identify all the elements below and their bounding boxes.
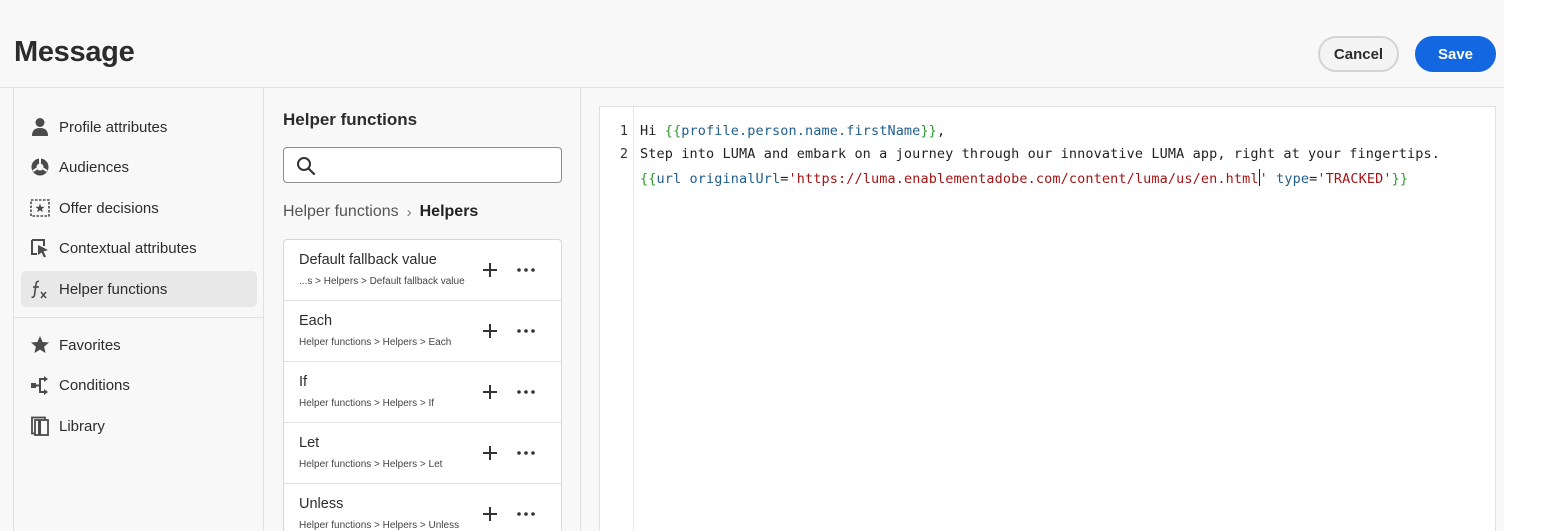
add-icon[interactable] <box>479 381 501 403</box>
attribute-name: type <box>1276 171 1310 187</box>
sidebar-item-profile-attributes[interactable]: Profile attributes <box>21 109 257 145</box>
line-number: 2 <box>619 146 628 162</box>
chevron-right-icon: › <box>406 203 412 221</box>
sidebar-item-conditions[interactable]: Conditions <box>21 367 257 403</box>
item-path: Helper functions > Helpers > Unless <box>299 520 460 531</box>
page-title: Message <box>14 36 135 68</box>
add-icon[interactable] <box>479 320 501 342</box>
code-editor[interactable]: 1 2 Hi {{profile.person.name.firstName}}… <box>599 106 1496 531</box>
add-icon[interactable] <box>479 442 501 464</box>
sidebar-item-audiences[interactable]: Audiences <box>21 149 257 185</box>
item-title: If <box>299 374 308 390</box>
sidebar-item-label: Audiences <box>59 158 130 176</box>
helper-list: Default fallback value ...s > Helpers > … <box>283 239 562 531</box>
panel-title: Helper functions <box>283 110 418 129</box>
item-path: Helper functions > Helpers > Let <box>299 459 443 470</box>
breadcrumb: Helper functions › Helpers <box>283 203 478 221</box>
function-icon <box>30 279 50 299</box>
code-text: , <box>936 123 946 139</box>
item-title: Let <box>299 435 320 451</box>
search-input[interactable] <box>283 147 562 183</box>
item-path: Helper functions > Helpers > Each <box>299 337 452 348</box>
more-icon[interactable] <box>515 503 537 525</box>
sidebar-item-label: Profile attributes <box>59 118 168 136</box>
sidebar-item-label: Favorites <box>59 336 121 354</box>
list-item[interactable]: Unless Helper functions > Helpers > Unle… <box>284 484 561 531</box>
sidebar-item-library[interactable]: Library <box>21 408 257 444</box>
code-text: Hi <box>640 123 665 139</box>
conditions-icon <box>30 375 50 395</box>
list-item[interactable]: Default fallback value ...s > Helpers > … <box>284 240 561 301</box>
sidebar-item-helper-functions[interactable]: Helper functions <box>21 271 257 307</box>
contextual-icon <box>30 238 50 258</box>
code-line-2-wrap[interactable]: {{url originalUrl='https://luma.enableme… <box>640 169 1408 187</box>
more-icon[interactable] <box>515 381 537 403</box>
item-path: Helper functions > Helpers > If <box>299 398 435 409</box>
cancel-button[interactable]: Cancel <box>1318 36 1399 72</box>
page-header: Message Cancel Save <box>0 0 1505 88</box>
sidebar-item-label: Library <box>59 417 105 435</box>
list-item[interactable]: Each Helper functions > Helpers > Each <box>284 301 561 362</box>
code-line-1[interactable]: Hi {{profile.person.name.firstName}}, <box>640 123 945 139</box>
item-title: Default fallback value <box>299 252 437 268</box>
brace-close: }} <box>1391 171 1409 187</box>
offer-icon <box>30 198 50 218</box>
star-icon <box>30 335 50 355</box>
sidebar: Profile attributes Audiences Offer decis… <box>13 88 264 531</box>
attribute-value: 'TRACKED' <box>1317 171 1392 187</box>
add-icon[interactable] <box>479 503 501 525</box>
sidebar-item-favorites[interactable]: Favorites <box>21 327 257 363</box>
breadcrumb-helpers: Helpers <box>419 203 479 220</box>
more-icon[interactable] <box>515 442 537 464</box>
attribute-value: 'https://luma.enablementadobe.com/conten… <box>788 171 1259 187</box>
more-icon[interactable] <box>515 259 537 281</box>
person-icon <box>30 117 50 137</box>
more-icon[interactable] <box>515 320 537 342</box>
variable-expression: profile.person.name.firstName <box>681 123 921 139</box>
library-icon <box>30 416 50 436</box>
breadcrumb-helper-functions[interactable]: Helper functions <box>283 203 399 221</box>
item-title: Unless <box>299 496 344 512</box>
sidebar-item-label: Helper functions <box>59 280 168 298</box>
right-edge-panel <box>1504 0 1550 531</box>
helper-name: url <box>656 171 682 187</box>
line-number: 1 <box>619 123 628 139</box>
code-line-2[interactable]: Step into LUMA and embark on a journey t… <box>640 146 1440 162</box>
list-item[interactable]: Let Helper functions > Helpers > Let <box>284 423 561 484</box>
brace-open: {{ <box>664 123 682 139</box>
list-item[interactable]: If Helper functions > Helpers > If <box>284 362 561 423</box>
sidebar-item-label: Contextual attributes <box>59 239 197 257</box>
helper-functions-panel: Helper functions Helper functions › Help… <box>264 88 581 531</box>
sidebar-item-offer-decisions[interactable]: Offer decisions <box>21 190 257 226</box>
item-title: Each <box>299 313 333 329</box>
attribute-name: originalUrl <box>689 171 781 187</box>
save-button[interactable]: Save <box>1415 36 1496 72</box>
attribute-value-end: ' <box>1259 171 1268 187</box>
sidebar-item-contextual-attributes[interactable]: Contextual attributes <box>21 230 257 266</box>
search-icon <box>296 156 316 176</box>
sidebar-item-label: Offer decisions <box>59 199 159 217</box>
audiences-icon <box>30 157 50 177</box>
brace-close: }} <box>920 123 937 139</box>
line-gutter: 1 2 <box>600 107 634 531</box>
brace-open: {{ <box>640 171 657 187</box>
add-icon[interactable] <box>479 259 501 281</box>
item-path: ...s > Helpers > Default fallback value <box>299 276 465 287</box>
sidebar-divider <box>14 317 264 318</box>
sidebar-item-label: Conditions <box>59 376 130 394</box>
